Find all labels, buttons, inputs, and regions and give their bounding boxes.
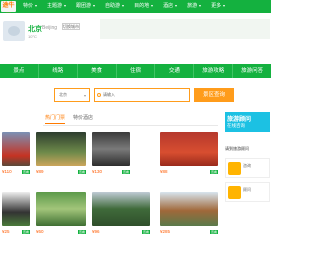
list-item[interactable]: ¥285 查看 xyxy=(160,192,218,234)
chevron-down-icon xyxy=(84,95,86,97)
tab-food[interactable]: 美食 xyxy=(78,64,117,78)
nav-item[interactable]: 更多 xyxy=(206,0,230,13)
search-bar: 北京 请输入 景区查询 xyxy=(54,88,234,102)
thumbnail xyxy=(92,192,150,226)
chevron-down-icon xyxy=(64,4,67,7)
sidebar-item[interactable]: 咨询 xyxy=(225,158,270,178)
city-select[interactable]: 北京 xyxy=(54,88,90,102)
list-item[interactable]: ¥130 查看 xyxy=(92,132,130,174)
tab-hotel[interactable]: 住宿 xyxy=(117,64,156,78)
thumbnail xyxy=(160,132,218,166)
subtabs: 热门门票 特价酒店 xyxy=(43,112,218,126)
tab-routes[interactable]: 线路 xyxy=(39,64,78,78)
list-item[interactable]: ¥96 查看 xyxy=(92,192,150,234)
tab-scenic[interactable]: 景点 xyxy=(0,64,39,78)
weather: 10°C xyxy=(28,34,37,39)
advisor-link[interactable]: 请到旅游顾问 xyxy=(225,146,249,152)
list-item[interactable]: ¥60 查看 xyxy=(36,192,86,234)
nav-item[interactable]: 主题游 xyxy=(42,0,71,13)
thumbnail xyxy=(92,132,130,166)
chevron-down-icon xyxy=(122,4,125,7)
nav-item[interactable]: 酒店 xyxy=(158,0,182,13)
city-pinyin: Beijing xyxy=(42,25,58,31)
nav-item[interactable]: 自助游 xyxy=(100,0,129,13)
chevron-down-icon xyxy=(151,4,154,7)
nav-item[interactable]: 跟团游 xyxy=(71,0,100,13)
search-button[interactable]: 景区查询 xyxy=(194,88,234,102)
chevron-down-icon xyxy=(199,4,202,7)
thumbnail xyxy=(2,192,30,226)
thumbnail xyxy=(36,192,86,226)
view-button[interactable]: 查看 xyxy=(21,170,30,174)
switch-city-button[interactable]: 切换城市 xyxy=(62,23,80,30)
search-input[interactable]: 请输入 xyxy=(94,88,190,102)
city-name: 北京 xyxy=(28,26,42,33)
advisor-subtitle: 在线咨询 xyxy=(227,123,245,128)
city-logo xyxy=(3,21,25,41)
advisor-title: 旅游顾问 xyxy=(227,117,252,123)
nav-item[interactable]: 目的地 xyxy=(129,0,158,13)
view-button[interactable]: 查看 xyxy=(121,170,130,174)
tab-qa[interactable]: 旅游问答 xyxy=(233,64,271,78)
nav-item[interactable]: 旅游 xyxy=(182,0,206,13)
user-icon xyxy=(228,186,241,199)
chevron-down-icon xyxy=(35,4,38,7)
view-button[interactable]: 查看 xyxy=(141,230,150,234)
search-icon xyxy=(97,93,101,97)
header: 北京 Beijing 切换城市 10°C xyxy=(0,13,271,63)
top-nav: 途牛网 特价 主题游 跟团游 自助游 目的地 酒店 旅游 更多 xyxy=(0,0,271,20)
thumbnail xyxy=(2,132,30,166)
category-tabs: 景点 线路 美食 住宿 交通 旅游攻略 旅游问答 xyxy=(0,64,271,78)
brand-logo[interactable]: 途牛网 xyxy=(1,1,16,20)
list-item[interactable]: ¥110 查看 xyxy=(2,132,30,174)
ad-banner[interactable] xyxy=(100,19,270,39)
tab-traffic[interactable]: 交通 xyxy=(155,64,195,78)
view-button[interactable]: 查看 xyxy=(209,230,218,234)
list-item[interactable]: ¥89 查看 xyxy=(36,132,86,174)
list-item[interactable]: ¥25 查看 xyxy=(2,192,30,234)
advisor-banner[interactable]: 旅游顾问 在线咨询 xyxy=(225,112,270,132)
tab-guide[interactable]: 旅游攻略 xyxy=(194,64,234,78)
chat-icon xyxy=(228,162,241,175)
sidebar-item[interactable]: 顾问 xyxy=(225,182,270,202)
view-button[interactable]: 查看 xyxy=(77,170,86,174)
list-item[interactable]: ¥88 查看 xyxy=(160,132,218,174)
thumbnail xyxy=(36,132,86,166)
thumbnail xyxy=(160,192,218,226)
chevron-down-icon xyxy=(223,4,226,7)
view-button[interactable]: 查看 xyxy=(209,170,218,174)
subtab-hot-tickets[interactable]: 热门门票 xyxy=(45,114,66,124)
view-button[interactable]: 查看 xyxy=(21,230,30,234)
view-button[interactable]: 查看 xyxy=(77,230,86,234)
chevron-down-icon xyxy=(175,4,178,7)
subtab-hotels[interactable]: 特价酒店 xyxy=(73,114,93,121)
chevron-down-icon xyxy=(93,4,96,7)
nav-item[interactable]: 特价 xyxy=(18,0,42,13)
